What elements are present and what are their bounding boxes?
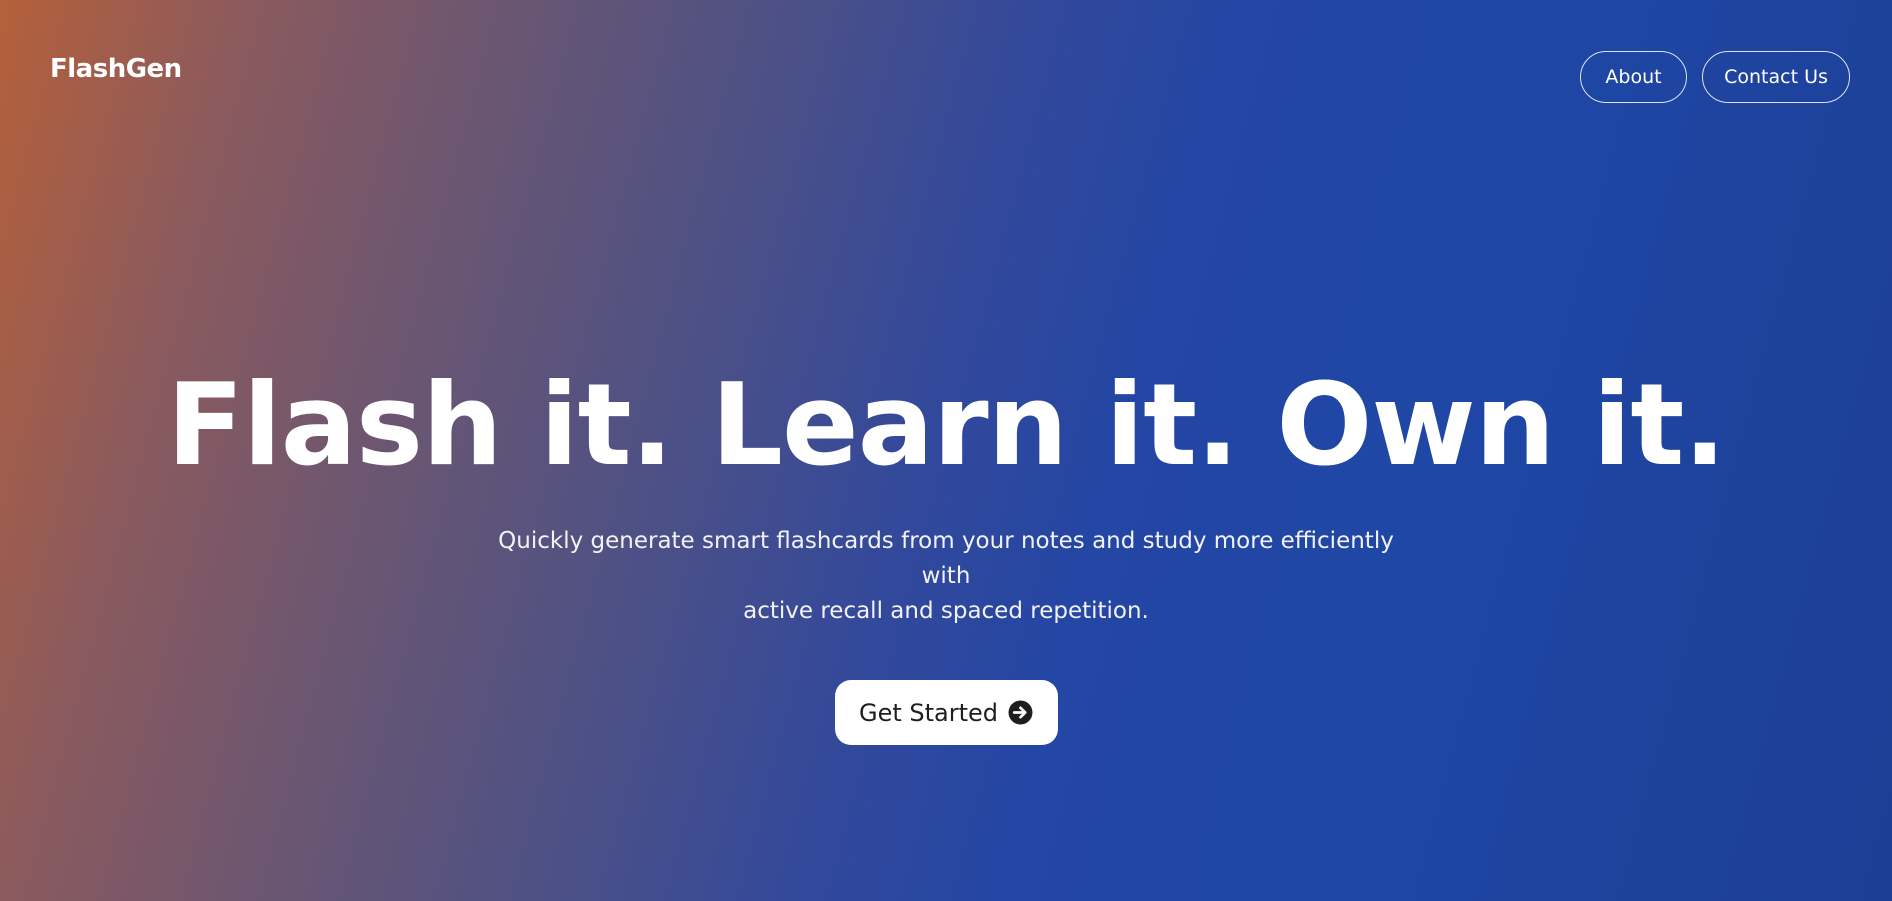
brand-logo[interactable]: FlashGen: [50, 54, 182, 84]
contact-us-button[interactable]: Contact Us: [1702, 51, 1850, 103]
arrow-circle-right-icon: [1008, 700, 1033, 725]
get-started-label: Get Started: [858, 698, 999, 727]
cta-container: Get Started: [0, 680, 1892, 745]
about-button[interactable]: About: [1580, 51, 1687, 103]
hero-section: Flash it. Learn it. Own it. Quickly gene…: [0, 360, 1892, 745]
hero-headline: Flash it. Learn it. Own it.: [166, 359, 1727, 491]
get-started-button[interactable]: Get Started: [834, 680, 1058, 745]
landing-page: FlashGen About Contact Us Flash it. Lear…: [0, 0, 1892, 901]
hero-subtitle-line-1: Quickly generate smart flashcards from y…: [498, 528, 1394, 589]
nav-links: About Contact Us: [1580, 51, 1850, 103]
top-navigation: FlashGen About Contact Us: [0, 0, 1892, 150]
hero-subtitle: Quickly generate smart flashcards from y…: [486, 524, 1406, 629]
hero-subtitle-line-2: active recall and spaced repetition.: [743, 598, 1149, 624]
